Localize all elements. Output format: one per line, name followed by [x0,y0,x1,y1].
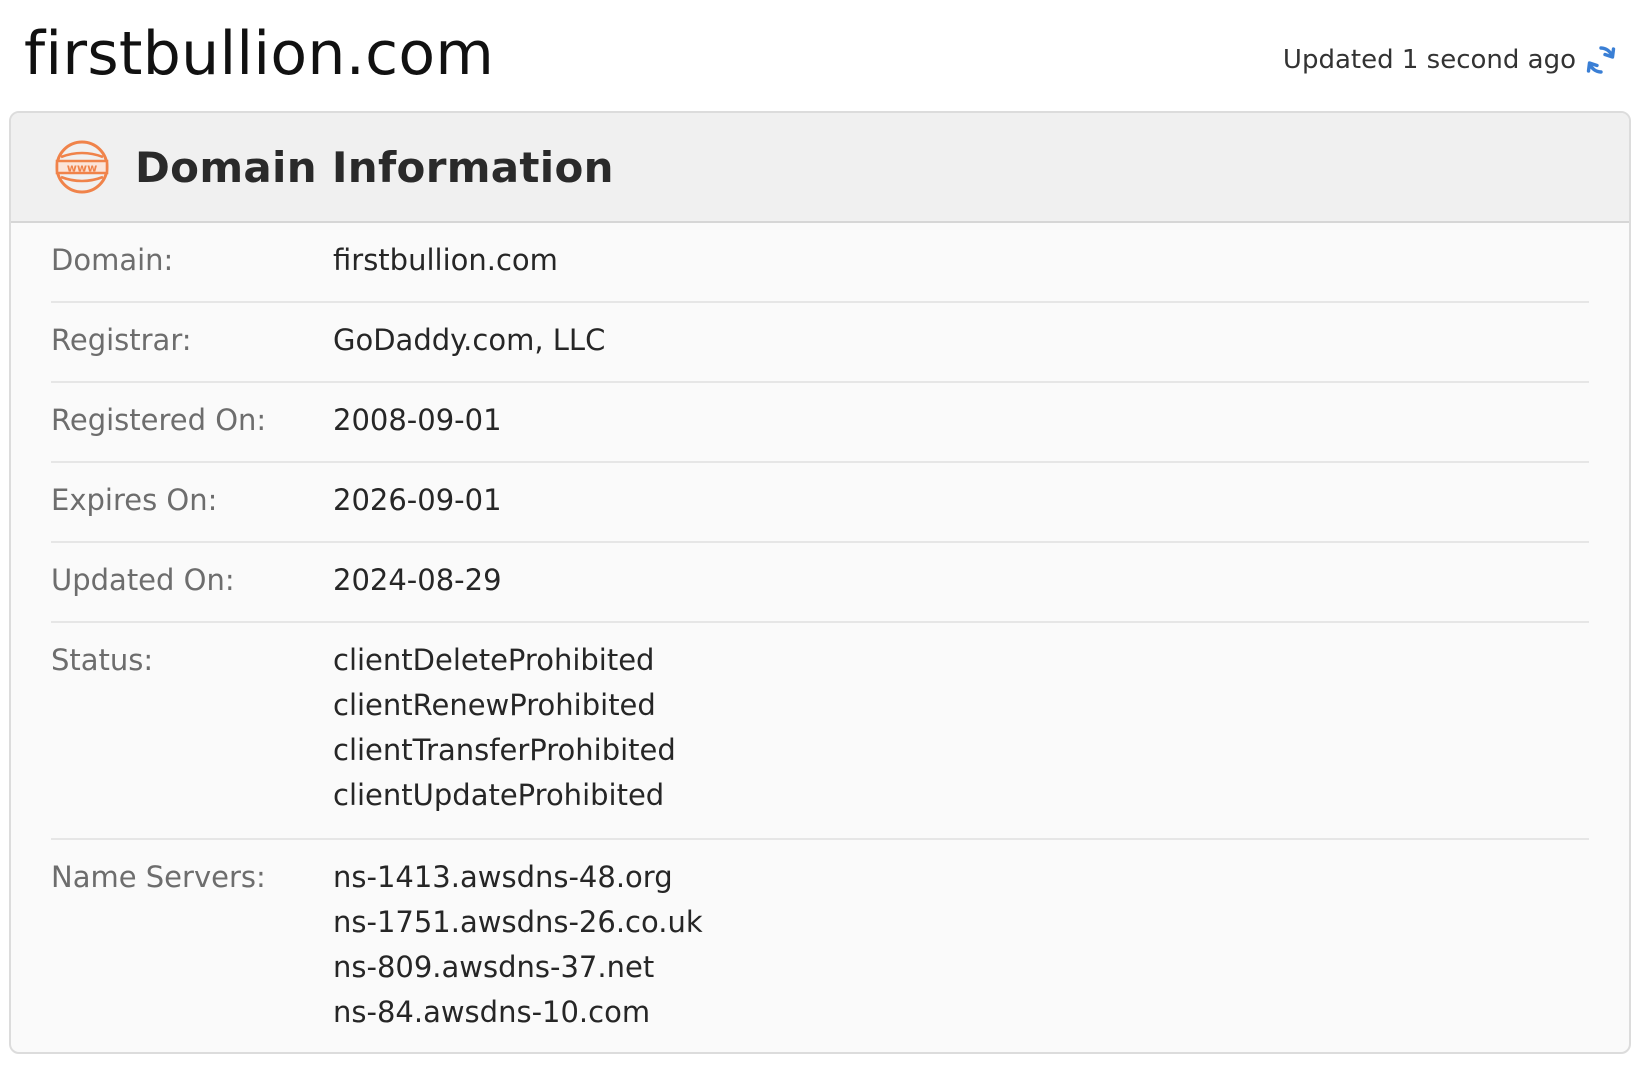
status-list: clientDeleteProhibited clientRenewProhib… [333,623,676,838]
info-label: Registrar: [51,323,192,357]
info-row-registered-on: Registered On: 2008-09-01 [51,383,1589,463]
status-value: clientDeleteProhibited [333,643,655,677]
info-label: Domain: [51,243,174,277]
info-label: Expires On: [51,483,218,517]
card-header: www Domain Information [11,113,1629,223]
status-value: clientRenewProhibited [333,688,656,722]
info-row-domain: Domain: firstbullion.com [51,223,1589,303]
info-label: Name Servers: [51,860,266,894]
name-server-list: ns-1413.awsdns-48.org ns-1751.awsdns-26.… [333,840,703,1052]
info-label: Updated On: [51,563,235,597]
info-value: 2026-09-01 [333,483,502,517]
info-table: Domain: firstbullion.com Registrar: GoDa… [51,223,1589,1052]
status-value: clientTransferProhibited [333,733,676,767]
name-server-value: ns-1413.awsdns-48.org [333,860,673,894]
status-value: clientUpdateProhibited [333,778,665,812]
info-row-status: Status: clientDeleteProhibited clientRen… [51,623,1589,840]
info-value: 2024-08-29 [333,563,502,597]
update-status: Updated 1 second ago [1283,44,1616,76]
info-label: Registered On: [51,403,267,437]
domain-info-card: www Domain Information Domain: firstbull… [9,111,1631,1054]
svg-text:www: www [67,162,98,175]
updated-text: Updated 1 second ago [1282,45,1576,75]
info-row-registrar: Registrar: GoDaddy.com, LLC [51,303,1589,383]
card-title: Domain Information [135,142,614,192]
www-icon: www [53,138,111,196]
page-header: firstbullion.com Updated 1 second ago [0,0,1642,110]
info-value: GoDaddy.com, LLC [333,323,606,357]
refresh-icon[interactable] [1586,44,1616,76]
info-label: Status: [51,643,154,677]
info-row-name-servers: Name Servers: ns-1413.awsdns-48.org ns-1… [51,840,1589,1052]
info-value: 2008-09-01 [333,403,502,437]
info-row-expires-on: Expires On: 2026-09-01 [51,463,1589,543]
name-server-value: ns-809.awsdns-37.net [333,950,655,984]
name-server-value: ns-1751.awsdns-26.co.uk [333,905,703,939]
info-value: firstbullion.com [333,243,558,277]
name-server-value: ns-84.awsdns-10.com [333,995,651,1029]
page-title: firstbullion.com [24,19,495,89]
info-row-updated-on: Updated On: 2024-08-29 [51,543,1589,623]
